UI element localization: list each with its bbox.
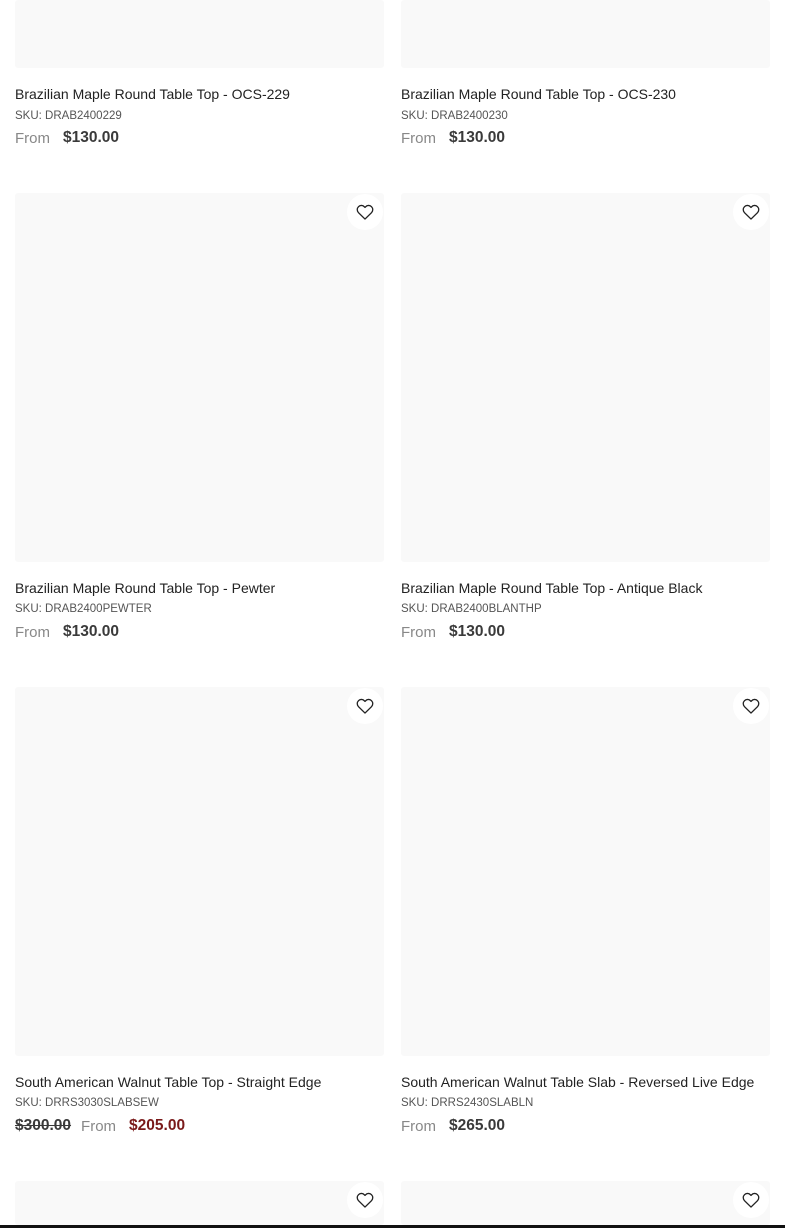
price-row: From $130.00 xyxy=(15,128,119,148)
product-image[interactable] xyxy=(401,193,770,562)
product-title[interactable]: Brazilian Maple Round Table Top - OCS-23… xyxy=(401,85,676,103)
product-title[interactable]: South American Walnut Table Top - Straig… xyxy=(15,1073,321,1091)
wishlist-button[interactable] xyxy=(347,194,383,230)
from-label: From xyxy=(401,1117,436,1135)
sale-price: $205.00 xyxy=(129,1117,186,1134)
wishlist-button[interactable] xyxy=(347,1182,383,1218)
product-image[interactable] xyxy=(401,687,770,1056)
price-row: $300.00 From $205.00 xyxy=(15,1116,185,1136)
wishlist-button[interactable] xyxy=(347,688,383,724)
wishlist-button[interactable] xyxy=(733,194,769,230)
product-image[interactable] xyxy=(401,0,770,68)
heart-outline-icon xyxy=(356,204,374,220)
from-label: From xyxy=(15,129,50,147)
product-title[interactable]: South American Walnut Table Slab - Rever… xyxy=(401,1073,754,1091)
product-image[interactable] xyxy=(15,0,384,68)
wishlist-button[interactable] xyxy=(733,688,769,724)
product-sku: SKU: DRAB2400PEWTER xyxy=(15,603,152,615)
product-sku: SKU: DRAB2400230 xyxy=(401,110,508,122)
product-title[interactable]: Brazilian Maple Round Table Top - Pewter xyxy=(15,579,275,597)
product-price: $130.00 xyxy=(63,129,120,146)
price-row: From $130.00 xyxy=(401,622,505,642)
product-image[interactable] xyxy=(15,687,384,1056)
heart-outline-icon xyxy=(742,1192,760,1208)
product-image[interactable] xyxy=(15,193,384,562)
heart-outline-icon xyxy=(356,1192,374,1208)
from-label: From xyxy=(401,129,436,147)
heart-outline-icon xyxy=(742,698,760,714)
wishlist-button[interactable] xyxy=(733,1182,769,1218)
product-price: $130.00 xyxy=(449,129,506,146)
compare-at-price: $300.00 xyxy=(15,1117,72,1134)
price-row: From $130.00 xyxy=(401,128,505,148)
heart-outline-icon xyxy=(356,698,374,714)
product-sku: SKU: DRAB2400BLANTHP xyxy=(401,603,542,615)
product-image[interactable] xyxy=(15,1181,384,1225)
from-label: From xyxy=(15,623,50,641)
product-price: $265.00 xyxy=(449,1117,506,1134)
price-row: From $265.00 xyxy=(401,1116,505,1136)
from-label: From xyxy=(81,1117,117,1135)
product-sku: SKU: DRRS2430SLABLN xyxy=(401,1097,534,1109)
from-label: From xyxy=(401,623,436,641)
product-sku: SKU: DRRS3030SLABSEW xyxy=(15,1097,159,1109)
product-title[interactable]: Brazilian Maple Round Table Top - OCS-22… xyxy=(15,85,290,103)
product-image[interactable] xyxy=(401,1181,770,1225)
product-title[interactable]: Brazilian Maple Round Table Top - Antiqu… xyxy=(401,579,702,597)
price-row: From $130.00 xyxy=(15,622,119,642)
product-sku: SKU: DRAB2400229 xyxy=(15,110,122,122)
product-price: $130.00 xyxy=(63,623,120,640)
product-price: $130.00 xyxy=(449,623,506,640)
heart-outline-icon xyxy=(742,204,760,220)
